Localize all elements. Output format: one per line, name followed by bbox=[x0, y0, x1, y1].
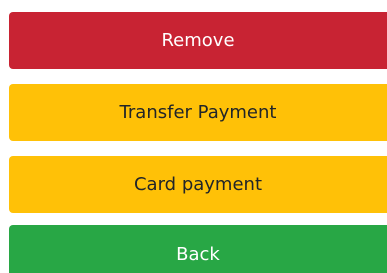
remove-button[interactable]: Remove bbox=[9, 12, 387, 69]
card-payment-button[interactable]: Card payment bbox=[9, 156, 387, 213]
payment-actions-panel: Remove Transfer Payment Card payment Bac… bbox=[0, 0, 387, 273]
transfer-payment-button[interactable]: Transfer Payment bbox=[9, 84, 387, 141]
back-button[interactable]: Back bbox=[9, 225, 387, 273]
